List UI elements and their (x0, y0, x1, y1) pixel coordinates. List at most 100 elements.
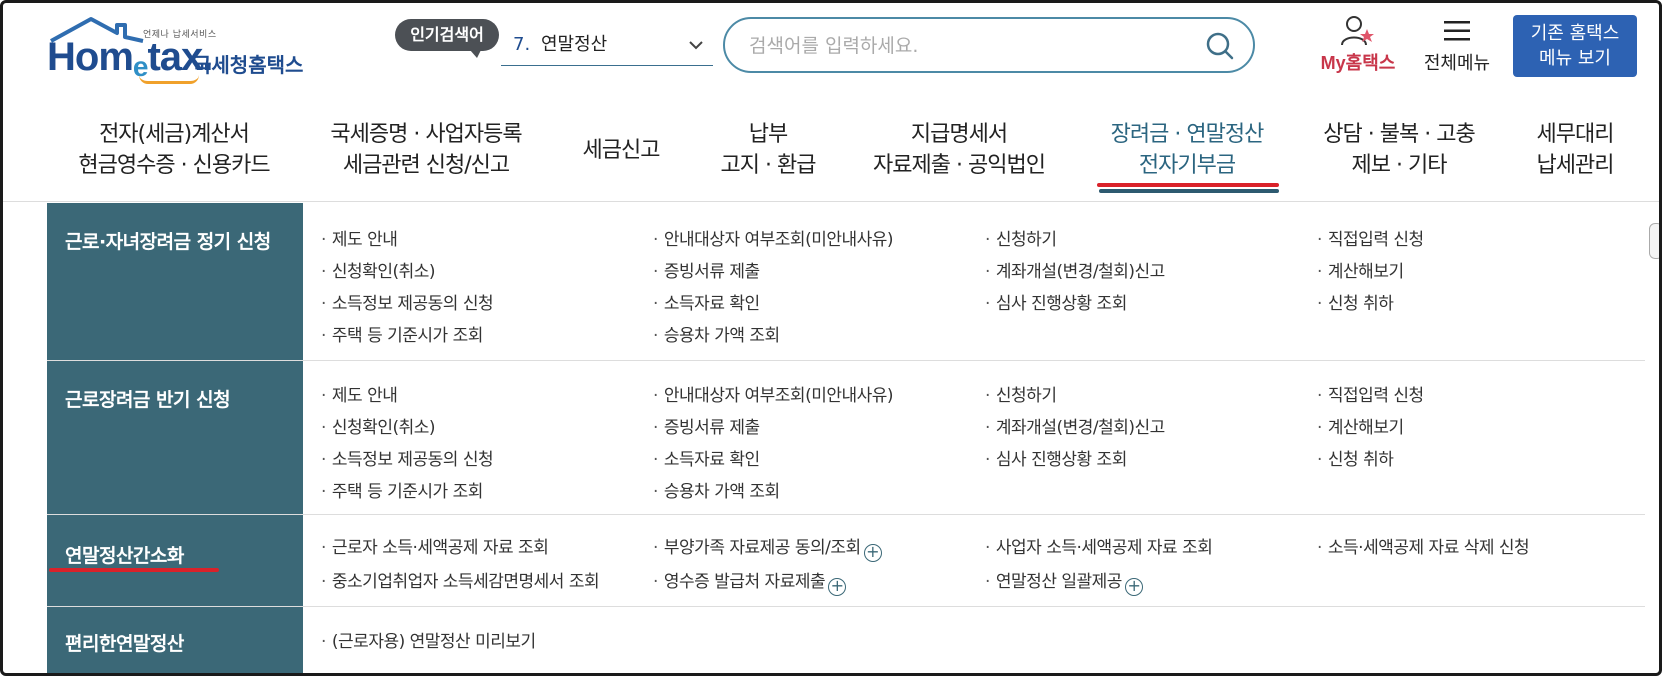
submenu-row: 근로·자녀장려금 정기 신청 제도 안내 신청확인(취소) 소득정보 제공동의 … (47, 203, 1645, 361)
hometax-logo[interactable]: 언제나 납세서비스 Hometax. 국세청홈택스 (47, 15, 317, 84)
menu-link-expandable[interactable]: 영수증 발급처 자료제출+ (653, 567, 847, 596)
search-icon[interactable] (1205, 31, 1235, 61)
my-hometax-korean: 홈택스 (1345, 53, 1396, 74)
menu-link-label: 부양가족 자료제공 동의/조회 (663, 538, 861, 558)
nav-active-indicator (1099, 189, 1279, 193)
all-menu-label: 전체메뉴 (1423, 53, 1491, 74)
popular-rank: 7. (513, 34, 531, 55)
row-title-text: 편리한연말정산 (65, 633, 184, 655)
nav-red-underline-annotation (1097, 183, 1279, 187)
plus-circle-icon[interactable]: + (863, 544, 882, 562)
menu-link-label: 연말정산 일괄제공 (995, 572, 1123, 592)
submenu-row-title[interactable]: 근로·자녀장려금 정기 신청 (47, 203, 303, 360)
menu-link[interactable]: 직접입력 신청 (1317, 381, 1424, 406)
menu-link[interactable]: (근로자용) 연말정산 미리보기 (321, 627, 536, 652)
row-title-text: 연말정산간소화 (65, 545, 184, 567)
nav-label-line2: 제보 · 기타 (1351, 153, 1448, 178)
nav-label-line1: 상담 · 불복 · 고충 (1323, 122, 1475, 147)
menu-link[interactable]: 신청확인(취소) (321, 257, 436, 282)
popular-search-select[interactable]: 7. 연말정산 (501, 25, 713, 66)
submenu-row-title[interactable]: 근로장려금 반기 신청 (47, 361, 303, 514)
submenu-row: 편리한연말정산 (근로자용) 연말정산 미리보기 (47, 607, 1645, 673)
nav-label-line1: 장려금 · 연말정산 (1110, 122, 1265, 147)
submenu-table: 근로·자녀장려금 정기 신청 제도 안내 신청확인(취소) 소득정보 제공동의 … (47, 203, 1645, 673)
menu-link-label: 영수증 발급처 자료제출 (663, 572, 826, 592)
submenu-row-title[interactable]: 편리한연말정산 (47, 607, 303, 673)
menu-link[interactable]: 소득정보 제공동의 신청 (321, 289, 494, 314)
submenu-row-title[interactable]: 연말정산간소화 (47, 515, 303, 606)
search-box (723, 17, 1255, 73)
my-hometax-label: My홈택스 (1313, 49, 1403, 75)
menu-link[interactable]: 소득정보 제공동의 신청 (321, 445, 494, 470)
hamburger-menu-icon (1444, 21, 1470, 41)
menu-link[interactable]: 신청 취하 (1317, 289, 1394, 314)
menu-link[interactable]: 증빙서류 제출 (653, 413, 760, 438)
menu-link[interactable]: 제도 안내 (321, 381, 398, 406)
menu-link[interactable]: 승용차 가액 조회 (653, 321, 780, 346)
menu-link[interactable]: 안내대상자 여부조회(미안내사유) (653, 225, 894, 250)
old-menu-line2: 메뉴 보기 (1539, 48, 1611, 69)
menu-link[interactable]: 신청 취하 (1317, 445, 1394, 470)
nav-certificate[interactable]: 국세증명 · 사업자등록 세금관련 신청/신고 (321, 119, 531, 181)
logo-word-a: Hom (47, 35, 134, 79)
menu-link[interactable]: 계산해보기 (1317, 413, 1404, 438)
menu-link[interactable]: 심사 진행상황 조회 (985, 445, 1127, 470)
nav-label-line2: 현금영수증 · 신용카드 (78, 153, 270, 178)
search-input[interactable] (747, 29, 1191, 63)
menu-link[interactable]: 소득자료 확인 (653, 289, 760, 314)
menu-link[interactable]: 안내대상자 여부조회(미안내사유) (653, 381, 894, 406)
menu-link[interactable]: 사업자 소득·세액공제 자료 조회 (985, 533, 1213, 558)
side-scroll-handle[interactable] (1649, 223, 1659, 259)
nav-label-line2: 전자기부금 (1138, 153, 1236, 178)
menu-link[interactable]: 증빙서류 제출 (653, 257, 760, 282)
user-star-icon (1341, 16, 1374, 46)
my-hometax-button[interactable]: My홈택스 (1313, 15, 1403, 75)
menu-link-expandable[interactable]: 부양가족 자료제공 동의/조회+ (653, 533, 882, 562)
menu-link[interactable]: 근로자 소득·세액공제 자료 조회 (321, 533, 549, 558)
row-title-text: 근로장려금 반기 신청 (65, 389, 231, 411)
menu-link[interactable]: 주택 등 기준시가 조회 (321, 477, 483, 502)
nav-incentive-yearend[interactable]: 장려금 · 연말정산 전자기부금 (1095, 119, 1279, 181)
menu-link[interactable]: 심사 진행상황 조회 (985, 289, 1127, 314)
all-menu-button[interactable]: 전체메뉴 (1417, 15, 1497, 75)
menu-link[interactable]: 신청확인(취소) (321, 413, 436, 438)
menu-link[interactable]: 계산해보기 (1317, 257, 1404, 282)
nav-label-line2: 고지 · 환급 (720, 153, 817, 178)
menu-link[interactable]: 신청하기 (985, 381, 1057, 406)
plus-circle-icon[interactable]: + (828, 578, 847, 596)
menu-link[interactable]: 소득·세액공제 자료 삭제 신청 (1317, 533, 1530, 558)
menu-link[interactable]: 신청하기 (985, 225, 1057, 250)
menu-link[interactable]: 계좌개설(변경/철회)신고 (985, 257, 1165, 282)
menu-link[interactable]: 계좌개설(변경/철회)신고 (985, 413, 1165, 438)
plus-circle-icon[interactable]: + (1124, 578, 1143, 596)
row-title-text: 근로·자녀장려금 정기 신청 (65, 231, 271, 253)
main-navigation: 전자(세금)계산서 현금영수증 · 신용카드 국세증명 · 사업자등록 세금관련… (3, 105, 1659, 202)
red-underline-annotation (49, 568, 219, 572)
nav-label-line1: 국세증명 · 사업자등록 (330, 122, 522, 147)
chevron-down-icon (689, 41, 703, 50)
menu-link[interactable]: 중소기업취업자 소득세감면명세서 조회 (321, 567, 600, 592)
old-menu-button[interactable]: 기존 홈택스 메뉴 보기 (1513, 15, 1637, 77)
nav-tax-report[interactable]: 세금신고 (569, 135, 673, 166)
nav-consult[interactable]: 상담 · 불복 · 고충 제보 · 기타 (1311, 119, 1487, 181)
nav-tax-agent[interactable]: 세무대리 납세관리 (1525, 119, 1625, 181)
menu-link[interactable]: 소득자료 확인 (653, 445, 760, 470)
menu-link[interactable]: 주택 등 기준시가 조회 (321, 321, 483, 346)
nav-label-line1: 납부 (748, 122, 788, 147)
nav-payment[interactable]: 납부 고지 · 환급 (709, 119, 827, 181)
nav-label-line1: 전자(세금)계산서 (99, 122, 250, 147)
menu-link-expandable[interactable]: 연말정산 일괄제공+ (985, 567, 1143, 596)
logo-korean: 국세청홈택스 (193, 53, 304, 77)
nav-payment-statement[interactable]: 지급명세서 자료제출 · 공익법인 (863, 119, 1055, 181)
menu-link[interactable]: 승용차 가액 조회 (653, 477, 780, 502)
nav-label-line1: 세금신고 (582, 138, 661, 163)
popular-term: 연말정산 (541, 34, 608, 55)
menu-link[interactable]: 직접입력 신청 (1317, 225, 1424, 250)
submenu-row: 연말정산간소화 근로자 소득·세액공제 자료 조회 중소기업취업자 소득세감면명… (47, 515, 1645, 607)
submenu-row: 근로장려금 반기 신청 제도 안내 신청확인(취소) 소득정보 제공동의 신청 … (47, 361, 1645, 515)
nav-einvoice[interactable]: 전자(세금)계산서 현금영수증 · 신용카드 (69, 119, 279, 181)
menu-link[interactable]: 제도 안내 (321, 225, 398, 250)
nav-label-line1: 세무대리 (1536, 122, 1615, 147)
logo-swoosh (139, 75, 199, 84)
old-menu-line1: 기존 홈택스 (1530, 23, 1620, 44)
